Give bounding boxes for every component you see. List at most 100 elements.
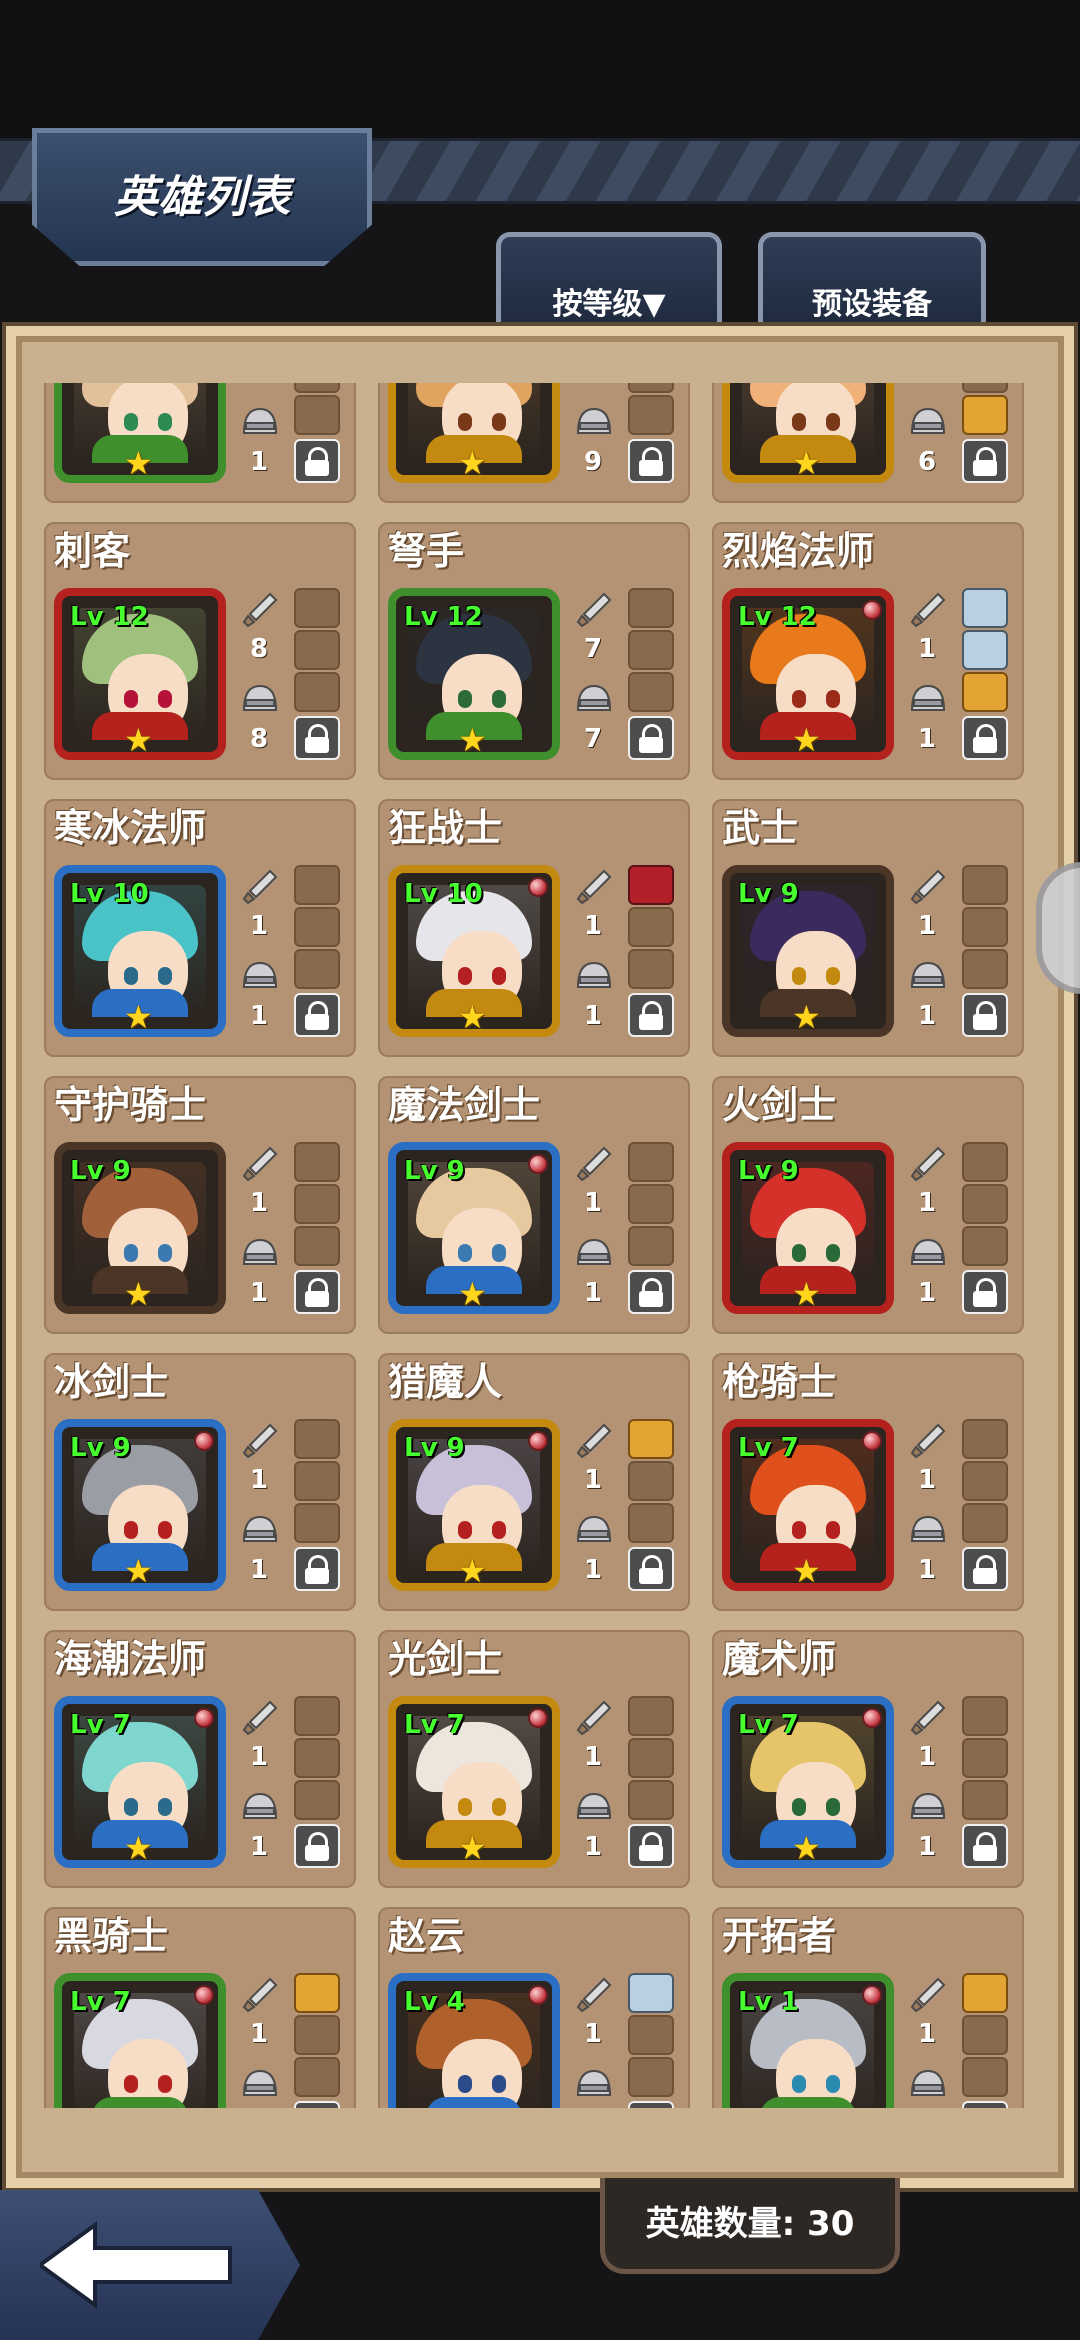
lock-icon[interactable] — [962, 1547, 1008, 1591]
equipment-slot[interactable] — [962, 630, 1008, 670]
hero-portrait[interactable]: Lv 9 ★ — [722, 1142, 894, 1314]
hero-portrait[interactable]: Lv 1★ — [722, 1973, 894, 2108]
equipment-slot[interactable] — [628, 1142, 674, 1182]
hero-portrait[interactable]: Lv 10 ★ — [54, 865, 226, 1037]
hero-portrait[interactable]: ★ — [388, 383, 560, 483]
equipment-slot[interactable] — [962, 1503, 1008, 1543]
hero-portrait[interactable]: Lv 9 ★ — [54, 1419, 226, 1591]
hero-card[interactable]: 冰剑士 Lv 9 ★ 1 1 — [40, 1353, 360, 1630]
equipment-slot[interactable] — [628, 1419, 674, 1459]
equipment-slot[interactable] — [628, 865, 674, 905]
equipment-slot[interactable] — [294, 1780, 340, 1820]
equipment-slot[interactable] — [962, 1419, 1008, 1459]
equipment-slot[interactable] — [628, 1738, 674, 1778]
lock-icon[interactable] — [962, 439, 1008, 483]
lock-icon[interactable] — [628, 1547, 674, 1591]
hero-card[interactable]: 弩手 Lv 12 ★ 7 7 — [374, 522, 694, 799]
lock-icon[interactable] — [294, 993, 340, 1037]
equipment-slot[interactable] — [628, 630, 674, 670]
equipment-slot[interactable] — [294, 1973, 340, 2013]
hero-card[interactable]: 狂战士 Lv 10 ★ 1 1 — [374, 799, 694, 1076]
equipment-slot[interactable] — [962, 1738, 1008, 1778]
lock-icon[interactable] — [294, 716, 340, 760]
hero-card[interactable]: 守护骑士 Lv 9 ★ 1 1 — [40, 1076, 360, 1353]
equipment-slot[interactable] — [294, 588, 340, 628]
equipment-slot[interactable] — [294, 1461, 340, 1501]
lock-icon[interactable] — [628, 439, 674, 483]
hero-card[interactable]: 开拓者 Lv 1★11 — [708, 1907, 1028, 2108]
lock-icon[interactable] — [294, 1824, 340, 1868]
equipment-slot[interactable] — [294, 395, 340, 435]
equipment-slot[interactable] — [294, 1142, 340, 1182]
hero-card[interactable]: 寒冰法师 Lv 10 ★ 1 1 — [40, 799, 360, 1076]
hero-card[interactable]: 烈焰法师 Lv 12 ★ 1 1 — [708, 522, 1028, 799]
equipment-slot[interactable] — [294, 2057, 340, 2097]
lock-icon[interactable] — [628, 1270, 674, 1314]
preset-equipment-button[interactable]: 预设装备 — [758, 232, 986, 328]
hero-portrait[interactable]: Lv 9 ★ — [54, 1142, 226, 1314]
equipment-slot[interactable] — [294, 865, 340, 905]
equipment-slot[interactable] — [962, 949, 1008, 989]
hero-portrait[interactable]: Lv 9 ★ — [388, 1419, 560, 1591]
hero-card[interactable]: 黑骑士 Lv 7★11 — [40, 1907, 360, 2108]
lock-icon[interactable] — [628, 716, 674, 760]
sort-by-level-button[interactable]: 按等级▼ — [496, 232, 722, 328]
equipment-slot[interactable] — [628, 1226, 674, 1266]
hero-card[interactable]: 光剑士 Lv 7 ★ 1 1 — [374, 1630, 694, 1907]
lock-icon[interactable] — [962, 1270, 1008, 1314]
equipment-slot[interactable] — [294, 383, 340, 393]
hero-list[interactable]: ★ 1 ★ 9 ★ 6 刺客 Lv 12 ★ 8 8 弩手 Lv 12 ★ 7 7 烈焰法师 Lv 12 ★ 1 1 寒冰… — [40, 383, 1040, 2108]
hero-portrait[interactable]: Lv 7★ — [54, 1973, 226, 2108]
equipment-slot[interactable] — [628, 588, 674, 628]
lock-icon[interactable] — [628, 2101, 674, 2108]
hero-portrait[interactable]: ★ — [54, 383, 226, 483]
hero-portrait[interactable]: Lv 12 ★ — [722, 588, 894, 760]
hero-card[interactable]: 火剑士 Lv 9 ★ 1 1 — [708, 1076, 1028, 1353]
equipment-slot[interactable] — [962, 907, 1008, 947]
equipment-slot[interactable] — [628, 383, 674, 393]
hero-portrait[interactable]: Lv 7★ — [722, 1696, 894, 1868]
equipment-slot[interactable] — [628, 2057, 674, 2097]
equipment-slot[interactable] — [962, 588, 1008, 628]
equipment-slot[interactable] — [628, 1973, 674, 2013]
equipment-slot[interactable] — [628, 1780, 674, 1820]
back-button[interactable] — [0, 2190, 300, 2340]
hero-card[interactable]: ★ 1 — [40, 383, 360, 522]
lock-icon[interactable] — [962, 1824, 1008, 1868]
hero-portrait[interactable]: Lv 9 ★ — [722, 865, 894, 1037]
equipment-slot[interactable] — [962, 2057, 1008, 2097]
lock-icon[interactable] — [294, 1270, 340, 1314]
lock-icon[interactable] — [962, 716, 1008, 760]
hero-card[interactable]: ★ 9 — [374, 383, 694, 522]
hero-portrait[interactable]: Lv 7★ — [722, 1419, 894, 1591]
hero-card[interactable]: 武士 Lv 9 ★ 1 1 — [708, 799, 1028, 1076]
hero-card[interactable]: 赵云 Lv 4★11 — [374, 1907, 694, 2108]
equipment-slot[interactable] — [962, 1142, 1008, 1182]
equipment-slot[interactable] — [962, 1696, 1008, 1736]
equipment-slot[interactable] — [294, 630, 340, 670]
lock-icon[interactable] — [294, 1547, 340, 1591]
equipment-slot[interactable] — [628, 1696, 674, 1736]
hero-card[interactable]: 枪骑士 Lv 7 ★ 1 1 — [708, 1353, 1028, 1630]
hero-portrait[interactable]: Lv 10 ★ — [388, 865, 560, 1037]
equipment-slot[interactable] — [628, 1503, 674, 1543]
lock-icon[interactable] — [294, 2101, 340, 2108]
hero-card[interactable]: 魔术师 Lv 7 ★ 1 1 — [708, 1630, 1028, 1907]
hero-portrait[interactable]: Lv 12 ★ — [388, 588, 560, 760]
hero-portrait[interactable]: Lv 12 ★ — [54, 588, 226, 760]
equipment-slot[interactable] — [962, 1973, 1008, 2013]
equipment-slot[interactable] — [294, 1184, 340, 1224]
hero-card[interactable]: 猎魔人 Lv 9 ★ 1 1 — [374, 1353, 694, 1630]
equipment-slot[interactable] — [962, 672, 1008, 712]
equipment-slot[interactable] — [628, 1184, 674, 1224]
lock-icon[interactable] — [628, 1824, 674, 1868]
hero-card[interactable]: 魔法剑士 Lv 9 ★ 1 1 — [374, 1076, 694, 1353]
equipment-slot[interactable] — [294, 949, 340, 989]
equipment-slot[interactable] — [628, 2015, 674, 2055]
hero-portrait[interactable]: Lv 9 ★ — [388, 1142, 560, 1314]
hero-portrait[interactable]: Lv 7★ — [54, 1696, 226, 1868]
equipment-slot[interactable] — [294, 2015, 340, 2055]
equipment-slot[interactable] — [628, 949, 674, 989]
equipment-slot[interactable] — [962, 1461, 1008, 1501]
equipment-slot[interactable] — [962, 383, 1008, 393]
